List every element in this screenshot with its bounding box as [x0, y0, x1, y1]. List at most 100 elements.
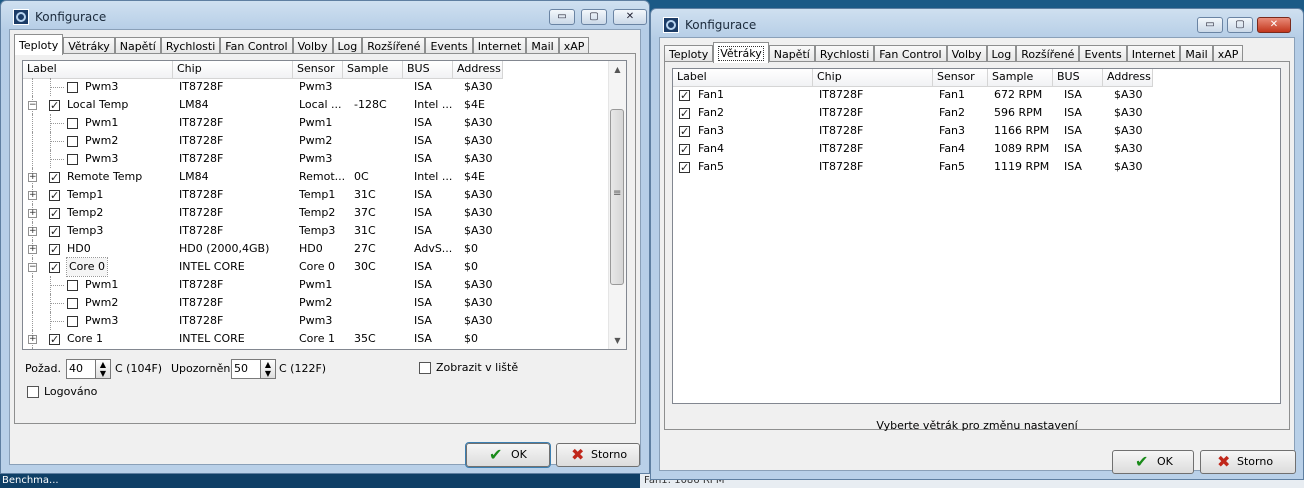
table-row[interactable]: + Temp1 IT8728F Temp1 31C ISA $A30 — [23, 186, 618, 205]
table-row[interactable]: Fan2 IT8728F Fan2 596 RPM ISA $A30 — [673, 104, 1273, 123]
column-header-2[interactable]: Sensor — [933, 69, 988, 86]
tab-1[interactable]: Větráky — [713, 42, 769, 63]
table-row[interactable]: Pwm2 IT8728F Pwm2 ISA $A30 — [23, 132, 618, 150]
dialog-client: Teploty Větráky Napětí Rychlosti Fan Control… — [659, 37, 1296, 474]
title-bar[interactable]: Konfigurace ▭ ▢ ✕ — [1, 1, 649, 29]
column-header-2[interactable]: Sensor — [293, 61, 343, 78]
column-header-0[interactable]: Label — [23, 61, 173, 78]
tab-label: Větráky — [68, 40, 110, 53]
scroll-up-icon[interactable]: ▲ — [609, 61, 626, 78]
expand-plus-icon[interactable]: + — [28, 191, 37, 200]
sensor-checkbox[interactable] — [49, 241, 60, 259]
table-row[interactable]: + Core 1 INTEL CORE Core 1 35C ISA $0 — [23, 330, 618, 349]
expand-plus-icon[interactable]: + — [28, 227, 37, 236]
table-row[interactable]: + HD0 HD0 (2000,4GB) HD0 27C AdvS... $0 — [23, 240, 618, 259]
fan-checkbox[interactable] — [679, 123, 690, 141]
storno-button[interactable]: ✖ Storno — [556, 443, 640, 467]
row-label: Pwm3 — [85, 152, 119, 165]
sensor-checkbox[interactable] — [67, 136, 78, 147]
sensor-checkbox[interactable] — [49, 331, 60, 349]
row-bus: ISA — [414, 206, 432, 219]
storno-button[interactable]: ✖ Storno — [1200, 450, 1296, 474]
column-header-4[interactable]: BUS — [403, 61, 453, 78]
row-sensor: Fan5 — [939, 160, 966, 173]
table-row[interactable]: Fan5 IT8728F Fan5 1119 RPM ISA $A30 — [673, 158, 1273, 177]
tree-connector — [32, 276, 33, 294]
table-row[interactable]: + Remote Temp LM84 Remot... 0C Intel ... $4E — [23, 168, 618, 187]
tree-connector — [32, 78, 33, 96]
column-header-3[interactable]: Sample — [988, 69, 1053, 86]
column-header-4[interactable]: BUS — [1053, 69, 1103, 86]
sensor-checkbox[interactable] — [49, 187, 60, 205]
row-label: Fan5 — [698, 160, 725, 173]
fan-checkbox[interactable] — [679, 105, 690, 123]
tab-0[interactable]: Teploty — [14, 34, 64, 55]
tab-strip: Teploty Větráky Napětí Rychlosti Fan Control… — [664, 42, 1244, 63]
row-sensor: Core 1 — [299, 332, 335, 345]
column-header-5[interactable]: Address — [453, 61, 503, 78]
sensor-checkbox[interactable] — [49, 259, 60, 277]
table-row[interactable]: Fan3 IT8728F Fan3 1166 RPM ISA $A30 — [673, 122, 1273, 141]
sensor-checkbox[interactable] — [67, 154, 78, 165]
table-row[interactable]: Fan4 IT8728F Fan4 1089 RPM ISA $A30 — [673, 140, 1273, 159]
column-header-5[interactable]: Address — [1103, 69, 1153, 86]
expand-plus-icon[interactable]: + — [28, 209, 37, 218]
fan-checkbox[interactable] — [679, 87, 690, 105]
pozad-spin-icon[interactable]: ▲ ▼ — [95, 359, 111, 379]
collapse-minus-icon[interactable]: − — [28, 263, 37, 272]
table-row[interactable]: Pwm3 IT8728F Pwm3 ISA $A30 — [23, 150, 618, 168]
table-row[interactable]: Fan1 IT8728F Fan1 672 RPM ISA $A30 — [673, 86, 1273, 105]
expand-plus-icon[interactable]: + — [28, 173, 37, 182]
tab-label: Volby — [951, 48, 982, 61]
expand-plus-icon[interactable]: + — [28, 245, 37, 254]
sensor-checkbox[interactable] — [67, 316, 78, 327]
upozorneni-spin-icon[interactable]: ▲ ▼ — [260, 359, 276, 379]
table-row[interactable]: Pwm2 IT8728F Pwm2 ISA $A30 — [23, 294, 618, 312]
column-header-1[interactable]: Chip — [173, 61, 293, 78]
table-row[interactable]: Pwm3 IT8728F Pwm3 ISA $A30 — [23, 78, 618, 96]
tab-label: Mail — [1185, 48, 1208, 61]
tree-connector — [32, 132, 33, 150]
row-address: $A30 — [464, 116, 493, 129]
cancel-x-icon: ✖ — [1217, 452, 1231, 471]
sensor-checkbox[interactable] — [49, 97, 60, 115]
pozad-input[interactable]: 40 — [66, 359, 96, 379]
sensor-checkbox[interactable] — [67, 280, 78, 291]
row-bus: ISA — [1064, 142, 1082, 155]
minimize-button[interactable]: ▭ — [1197, 17, 1223, 33]
table-row[interactable]: + Temp2 IT8728F Temp2 37C ISA $A30 — [23, 204, 618, 223]
sensor-checkbox[interactable] — [49, 223, 60, 241]
sensor-checkbox[interactable] — [49, 169, 60, 187]
sensor-tree-list[interactable]: LabelChipSensorSampleBUSAddress ▲ ▼ Pwm3… — [22, 60, 627, 350]
maximize-button[interactable]: ▢ — [1227, 17, 1253, 33]
column-header-1[interactable]: Chip — [813, 69, 933, 86]
sensor-checkbox[interactable] — [67, 118, 78, 129]
expand-plus-icon[interactable]: + — [28, 335, 37, 344]
table-row[interactable]: − Core 0 INTEL CORE Core 0 30C ISA $0 — [23, 257, 618, 277]
ok-button[interactable]: ✔ OK — [1112, 450, 1194, 474]
fan-checkbox[interactable] — [679, 159, 690, 177]
sensor-checkbox[interactable] — [67, 298, 78, 309]
table-row[interactable]: + Temp3 IT8728F Temp3 31C ISA $A30 — [23, 222, 618, 241]
logovano-checkbox[interactable] — [27, 386, 39, 398]
zobrazit-checkbox[interactable] — [419, 362, 431, 374]
sensor-checkbox[interactable] — [67, 82, 78, 93]
title-bar[interactable]: Konfigurace ▭ ▢ ✕ — [651, 9, 1303, 37]
table-row[interactable]: Pwm1 IT8728F Pwm1 ISA $A30 — [23, 114, 618, 132]
ok-button[interactable]: ✔ OK — [465, 442, 551, 468]
collapse-minus-icon[interactable]: − — [28, 101, 37, 110]
maximize-button[interactable]: ▢ — [581, 9, 607, 25]
table-row[interactable]: Pwm1 IT8728F Pwm1 ISA $A30 — [23, 276, 618, 294]
column-header-0[interactable]: Label — [673, 69, 813, 86]
table-row[interactable]: Pwm3 IT8728F Pwm3 ISA $A30 — [23, 312, 618, 330]
upozorneni-input[interactable]: 50 — [231, 359, 261, 379]
fan-checkbox[interactable] — [679, 141, 690, 159]
close-button[interactable]: ✕ — [613, 9, 647, 25]
column-header-3[interactable]: Sample — [343, 61, 403, 78]
table-row[interactable]: − Local Temp LM84 Local ... -128C Intel ... $4… — [23, 96, 618, 115]
minimize-button[interactable]: ▭ — [549, 9, 575, 25]
fan-list[interactable]: LabelChipSensorSampleBUSAddress Fan1 IT87… — [672, 68, 1281, 404]
sensor-checkbox[interactable] — [49, 205, 60, 223]
close-button[interactable]: ✕ — [1257, 17, 1291, 33]
tree-connector — [50, 285, 64, 286]
